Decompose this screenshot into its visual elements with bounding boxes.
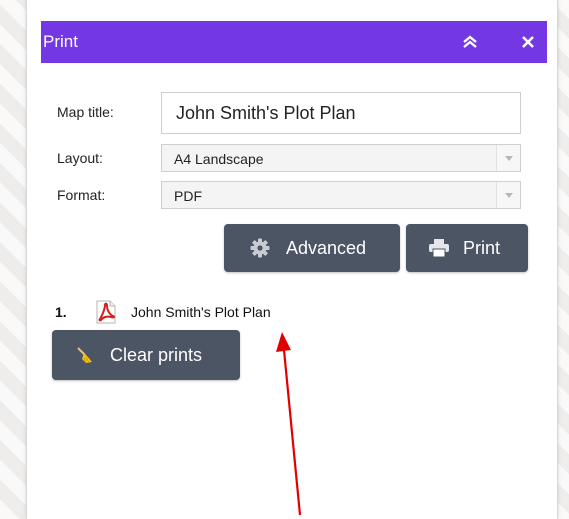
format-label: Format: — [57, 187, 106, 203]
layout-select[interactable]: A4 Landscape — [161, 144, 521, 172]
close-button[interactable] — [513, 21, 543, 63]
chevron-down-icon — [504, 192, 513, 198]
print-widget-titlebar: Print — [41, 21, 547, 63]
map-title-label: Map title: — [57, 104, 114, 120]
collapse-button[interactable] — [455, 21, 485, 63]
print-result-link[interactable]: John Smith's Plot Plan — [131, 304, 271, 320]
window-title: Print — [43, 32, 78, 51]
close-icon — [522, 36, 534, 48]
print-button-label: Print — [463, 237, 501, 258]
broom-icon — [77, 347, 92, 364]
advanced-button-label: Advanced — [286, 237, 367, 258]
print-button[interactable]: Print — [406, 224, 528, 272]
pdf-file-icon — [96, 300, 116, 324]
layout-select-value: A4 Landscape — [174, 151, 264, 167]
print-widget-panel: Print Map title: Layout: A4 Landscape Fo… — [26, 0, 558, 519]
map-title-input[interactable] — [161, 92, 521, 134]
format-select-value: PDF — [174, 188, 202, 204]
printer-icon — [429, 239, 449, 257]
layout-label: Layout: — [57, 150, 103, 166]
advanced-button[interactable]: Advanced — [224, 224, 400, 272]
print-result-item[interactable]: 1. John Smith's Plot Plan — [55, 300, 271, 324]
format-select[interactable]: PDF — [161, 181, 521, 209]
print-result-index: 1. — [55, 304, 67, 320]
double-chevron-up-icon — [463, 35, 477, 48]
clear-prints-button[interactable]: Clear prints — [52, 330, 240, 380]
gear-icon — [250, 238, 270, 258]
clear-prints-button-label: Clear prints — [110, 344, 203, 365]
layout-dropdown-arrow[interactable] — [496, 145, 520, 171]
format-dropdown-arrow[interactable] — [496, 182, 520, 208]
chevron-down-icon — [504, 155, 513, 161]
